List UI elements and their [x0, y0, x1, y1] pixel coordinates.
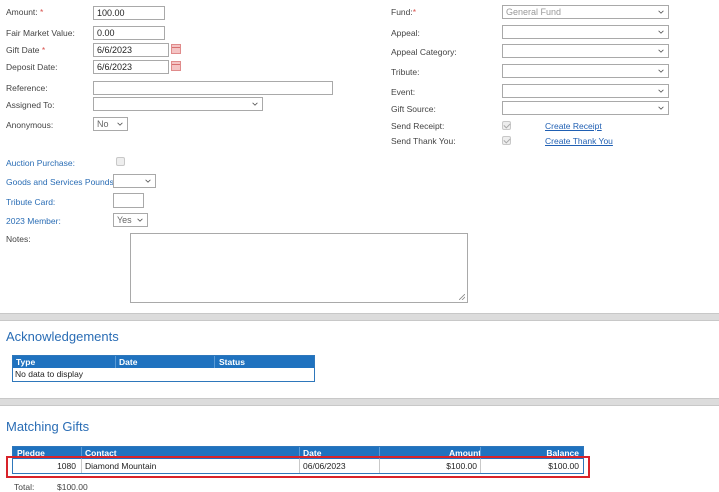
col-date[interactable]: Date — [119, 357, 137, 367]
member-label: 2023 Member: — [6, 216, 61, 226]
assigned-label: Assigned To: — [6, 100, 55, 110]
send-thanks-label: Send Thank You: — [391, 136, 456, 146]
chevron-down-icon — [137, 217, 143, 223]
fund-select[interactable]: General Fund — [502, 5, 669, 19]
appeal-category-select[interactable] — [502, 44, 669, 58]
section-separator — [0, 313, 719, 321]
goods-label: Goods and Services Pounds: — [6, 177, 117, 187]
chevron-down-icon — [658, 68, 664, 74]
col-status[interactable]: Status — [219, 357, 245, 367]
fmv-label: Fair Market Value: — [6, 28, 75, 38]
appeal-select[interactable] — [502, 25, 669, 39]
auction-checkbox[interactable] — [116, 157, 125, 166]
fund-label: Fund:* — [391, 7, 417, 17]
deposit-date-input[interactable]: 6/6/2023 — [93, 60, 169, 74]
chevron-down-icon — [252, 101, 258, 107]
chevron-down-icon — [145, 178, 151, 184]
resize-grip-icon[interactable] — [459, 294, 465, 300]
deposit-date-label: Deposit Date: — [6, 62, 58, 72]
chevron-down-icon — [117, 121, 123, 127]
section-separator — [0, 398, 719, 406]
reference-input[interactable] — [93, 81, 333, 95]
tribute-select[interactable] — [502, 64, 669, 78]
notes-label: Notes: — [6, 234, 31, 244]
member-select[interactable]: Yes — [113, 213, 148, 227]
send-thanks-checkbox[interactable] — [502, 136, 511, 145]
amount-input[interactable]: 100.00 — [93, 6, 165, 20]
acknowledgements-grid: Type Date Status No data to display — [12, 355, 315, 382]
appeal-label: Appeal: — [391, 28, 420, 38]
acknowledgements-title: Acknowledgements — [6, 329, 119, 344]
fmv-input[interactable]: 0.00 — [93, 26, 165, 40]
send-receipt-checkbox[interactable] — [502, 121, 511, 130]
chevron-down-icon — [658, 88, 664, 94]
create-receipt-link[interactable]: Create Receipt — [545, 121, 602, 131]
gift-date-input[interactable]: 6/6/2023 — [93, 43, 169, 57]
empty-message: No data to display — [15, 369, 84, 379]
total-value: $100.00 — [57, 482, 88, 492]
total-label: Total: — [14, 482, 35, 492]
tribute-card-label: Tribute Card: — [6, 197, 56, 207]
chevron-down-icon — [658, 29, 664, 35]
gift-date-label: Gift Date * — [6, 45, 46, 55]
event-label: Event: — [391, 87, 416, 97]
tribute-card-input[interactable] — [113, 193, 144, 208]
goods-select[interactable] — [113, 174, 156, 188]
anonymous-label: Anonymous: — [6, 120, 54, 130]
row-highlight — [6, 456, 590, 478]
col-type[interactable]: Type — [16, 357, 35, 367]
calendar-icon[interactable] — [171, 44, 181, 54]
chevron-down-icon — [658, 9, 664, 15]
send-receipt-label: Send Receipt: — [391, 121, 445, 131]
matching-gifts-title: Matching Gifts — [6, 419, 90, 434]
auction-label: Auction Purchase: — [6, 158, 75, 168]
anonymous-select[interactable]: No — [93, 117, 128, 131]
event-select[interactable] — [502, 84, 669, 98]
chevron-down-icon — [658, 105, 664, 111]
reference-label: Reference: — [6, 83, 48, 93]
amount-label: Amount: * — [6, 7, 44, 17]
appeal-category-label: Appeal Category: — [391, 47, 457, 57]
gift-source-label: Gift Source: — [391, 104, 436, 114]
calendar-icon[interactable] — [171, 61, 181, 71]
grid-header: Type Date Status — [13, 356, 314, 368]
chevron-down-icon — [658, 48, 664, 54]
assigned-select[interactable] — [93, 97, 263, 111]
gift-source-select[interactable] — [502, 101, 669, 115]
tribute-label: Tribute: — [391, 67, 420, 77]
create-thanks-link[interactable]: Create Thank You — [545, 136, 613, 146]
notes-textarea[interactable] — [130, 233, 468, 303]
